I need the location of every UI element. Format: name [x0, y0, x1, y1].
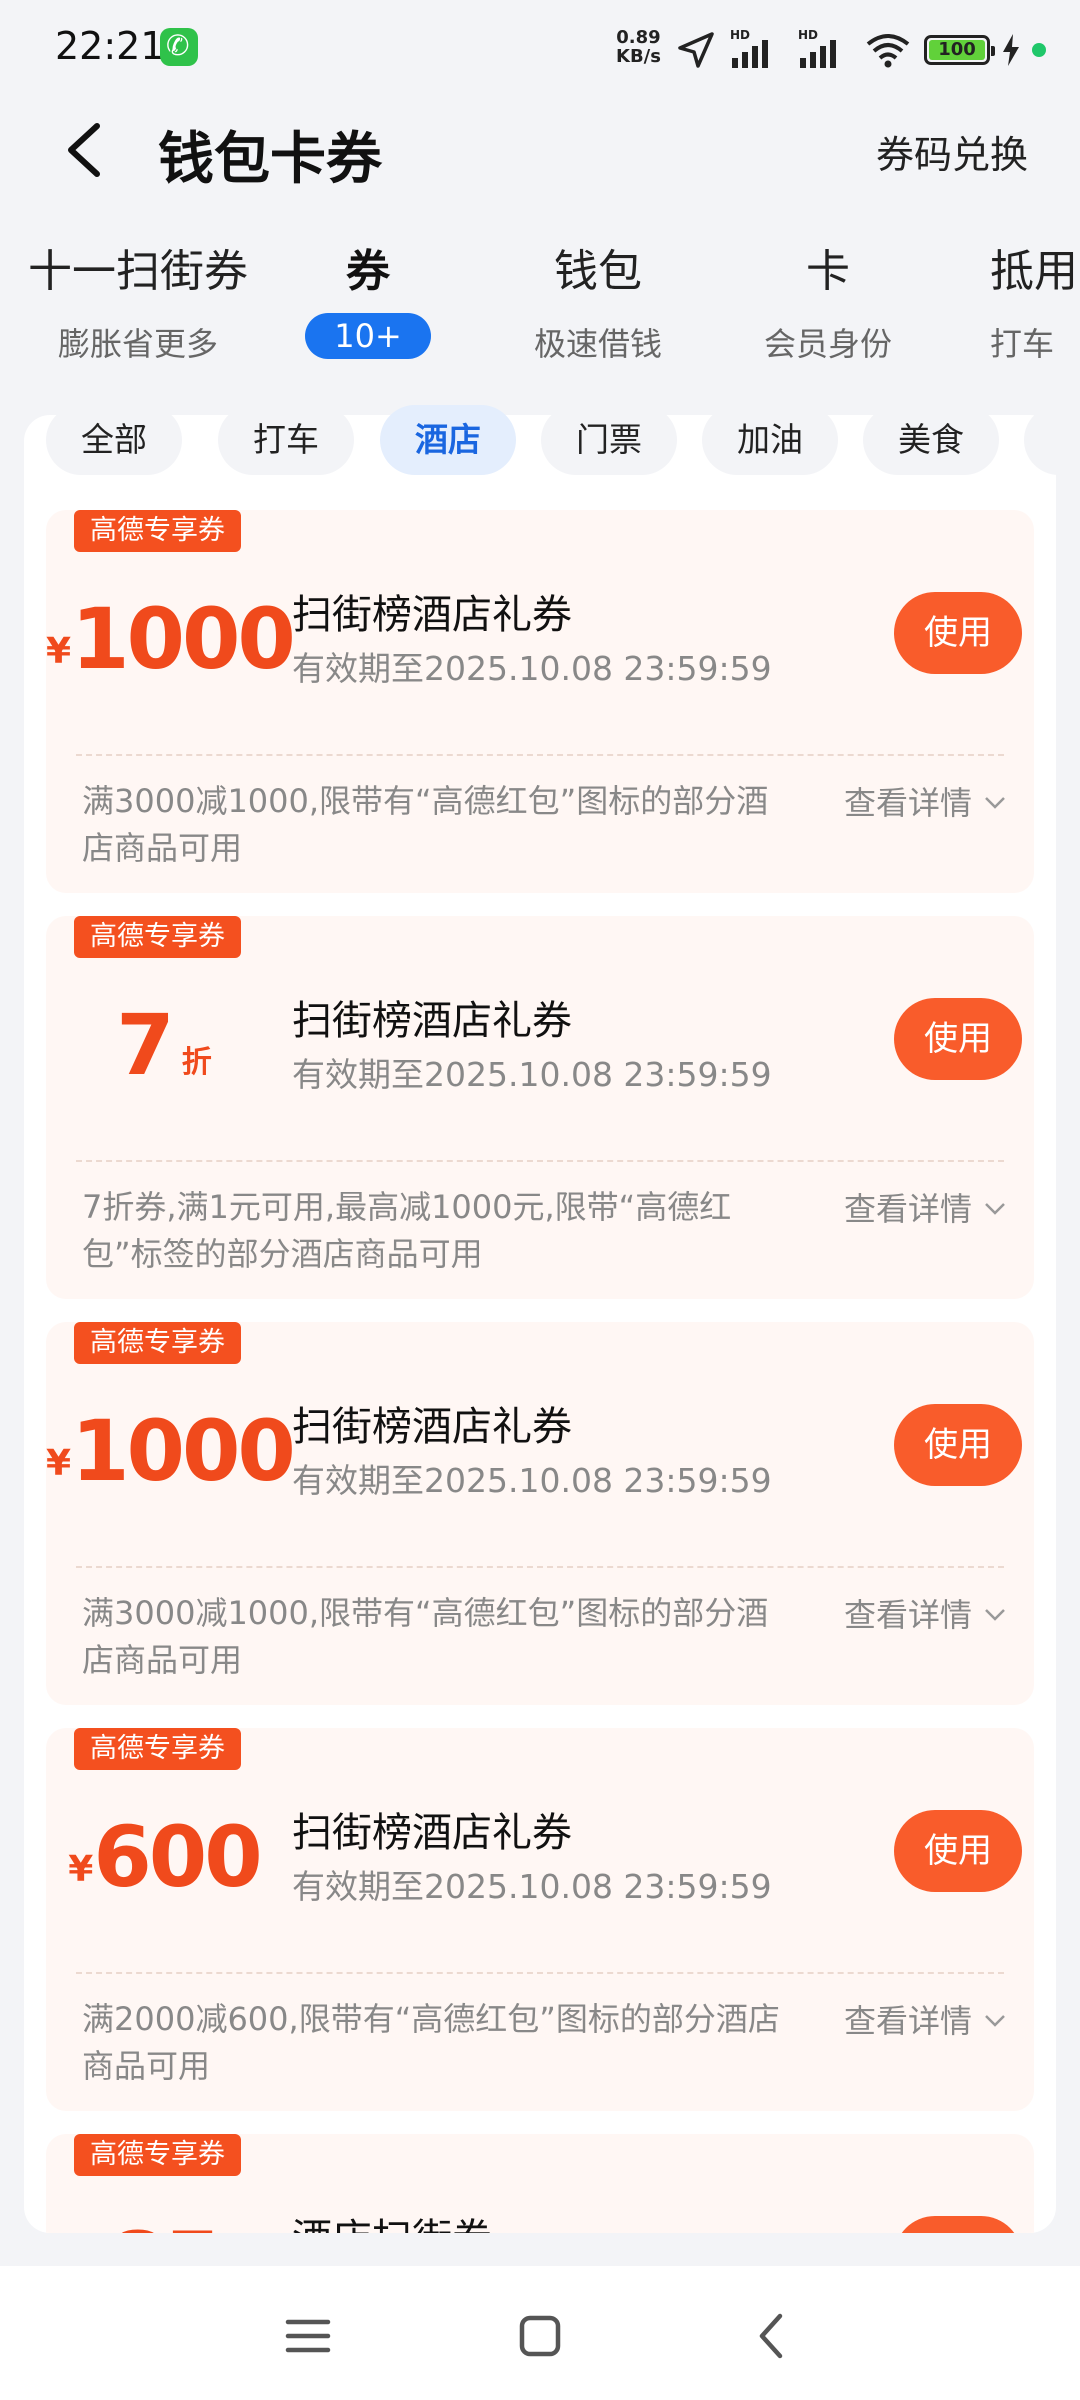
tab-vouchers[interactable]: 抵用 打车	[990, 235, 1080, 365]
chip-hotel[interactable]: 酒店	[380, 405, 516, 475]
coupon-tag: 高德专享券	[74, 916, 241, 958]
dashed-divider	[76, 754, 1004, 756]
view-details-link[interactable]: 查看详情	[844, 1996, 1006, 2042]
coupon-tag: 高德专享券	[74, 510, 241, 552]
dashed-divider	[76, 1972, 1004, 1974]
wifi-icon	[866, 34, 910, 68]
wallet-coupons-screen: 22:21 0.89 KB/s HD HD	[0, 0, 1080, 2400]
coupon-validity: 有效期至2025.10.08 23:59:59	[292, 1055, 772, 1094]
redeem-code-link[interactable]: 券码兑换	[876, 124, 1028, 179]
chevron-down-icon	[985, 2015, 1005, 2027]
signal-icon-2: HD	[796, 28, 852, 70]
coupon-card: 高德专享券 ¥600 扫街榜酒店礼券 有效期至2025.10.08 23:59:…	[46, 1728, 1034, 2111]
back-arrow-icon[interactable]	[742, 2306, 802, 2366]
use-coupon-button[interactable]: 使用	[894, 998, 1022, 1080]
coupon-title: 扫街榜酒店礼券	[292, 1404, 572, 1450]
coupon-title: 酒店扫街券	[292, 2206, 492, 2233]
coupon-tag: 高德专享券	[74, 1728, 241, 1770]
coupon-title: 扫街榜酒店礼券	[292, 592, 572, 638]
status-icons: HD HD 100	[676, 28, 1046, 70]
coupon-list-panel: 高德专享券 ¥1000 扫街榜酒店礼券 有效期至2025.10.08 23:59…	[24, 415, 1056, 2233]
coupon-validity: 有效期至2025.10.08 23:59:59	[292, 649, 772, 688]
tab-cards[interactable]: 卡 会员身份	[718, 235, 938, 365]
location-arrow-icon	[678, 32, 714, 68]
menu-icon[interactable]	[278, 2306, 338, 2366]
phone-call-icon	[160, 28, 198, 66]
coupon-amount: 7折	[116, 996, 212, 1094]
coupon-tag: 高德专享券	[74, 2134, 241, 2176]
back-button[interactable]	[55, 118, 115, 182]
coupon-amount: 85	[46, 2214, 282, 2233]
coupon-description: 满2000减600,限带有“高德红包”图标的部分酒店商品可用	[82, 2000, 780, 2085]
coupon-count-badge: 10+	[305, 313, 431, 359]
view-details-link[interactable]: 查看详情	[844, 1184, 1006, 1230]
status-time: 22:21	[55, 24, 165, 68]
coupon-description: 7折券,满1元可用,最高减1000元,限带“高德红包”标签的部分酒店商品可用	[82, 1188, 732, 1273]
chip-food[interactable]: 美食	[863, 405, 999, 475]
view-details-link[interactable]: 查看详情	[844, 778, 1006, 824]
signal-icon: HD	[728, 28, 784, 70]
tab-coupons[interactable]: 券 10+	[258, 235, 478, 359]
charging-icon	[1003, 34, 1019, 66]
coupon-card: 高德专享券 ¥1000 扫街榜酒店礼券 有效期至2025.10.08 23:59…	[46, 1322, 1034, 1705]
coupon-card: 高德专享券 7折 扫街榜酒店礼券 有效期至2025.10.08 23:59:59…	[46, 916, 1034, 1299]
chevron-down-icon	[985, 1609, 1005, 1621]
coupon-description: 满3000减1000,限带有“高德红包”图标的部分酒店商品可用	[82, 1594, 769, 1679]
coupon-card: 高德专享券 ¥1000 扫街榜酒店礼券 有效期至2025.10.08 23:59…	[46, 510, 1034, 893]
top-tabs: 十一扫街券 膨胀省更多 券 10+ 钱包 极速借钱 卡 会员身份 抵用 打车	[0, 235, 1080, 375]
tab-street-coupon[interactable]: 十一扫街券 膨胀省更多	[28, 235, 248, 365]
coupon-amount: ¥600	[68, 1808, 262, 1906]
navigation-bar	[0, 2266, 1080, 2400]
dashed-divider	[76, 1566, 1004, 1568]
coupon-description: 满3000减1000,限带有“高德红包”图标的部分酒店商品可用	[82, 782, 769, 867]
chip-taxi[interactable]: 打车	[218, 405, 354, 475]
coupon-title: 扫街榜酒店礼券	[292, 998, 572, 1044]
use-coupon-button[interactable]: 使用	[894, 592, 1022, 674]
battery-icon: 100	[924, 35, 995, 65]
use-coupon-button[interactable]: 使用	[894, 1810, 1022, 1892]
page-title: 钱包卡券	[158, 127, 382, 192]
use-coupon-button[interactable]: 使用	[894, 2216, 1022, 2233]
header: 钱包卡券 券码兑换	[0, 100, 1080, 200]
chevron-down-icon	[985, 797, 1005, 809]
use-coupon-button[interactable]: 使用	[894, 1404, 1022, 1486]
chevron-down-icon	[985, 1203, 1005, 1215]
coupon-validity: 有效期至2025.10.08 23:59:59	[292, 1461, 772, 1500]
chip-more[interactable]	[1024, 405, 1080, 475]
tab-wallet[interactable]: 钱包 极速借钱	[488, 235, 708, 365]
coupon-validity: 有效期至2025.10.08 23:59:59	[292, 1867, 772, 1906]
chip-fuel[interactable]: 加油	[702, 405, 838, 475]
status-dot	[1032, 43, 1046, 57]
coupon-amount: ¥1000	[46, 1402, 296, 1500]
filter-chips: 全部 打车 酒店 门票 加油 美食	[0, 405, 1080, 475]
chip-tickets[interactable]: 门票	[541, 405, 677, 475]
coupon-title: 扫街榜酒店礼券	[292, 1810, 572, 1856]
coupon-card: 高德专享券 85 酒店扫街券 使用	[46, 2134, 1034, 2233]
home-square-icon[interactable]	[510, 2306, 570, 2366]
chip-all[interactable]: 全部	[46, 405, 182, 475]
view-details-link[interactable]: 查看详情	[844, 1590, 1006, 1636]
network-speed: 0.89 KB/s	[616, 27, 661, 67]
coupon-amount: ¥1000	[46, 590, 296, 688]
coupon-tag: 高德专享券	[74, 1322, 241, 1364]
status-bar: 22:21 0.89 KB/s HD HD	[0, 0, 1080, 100]
dashed-divider	[76, 1160, 1004, 1162]
